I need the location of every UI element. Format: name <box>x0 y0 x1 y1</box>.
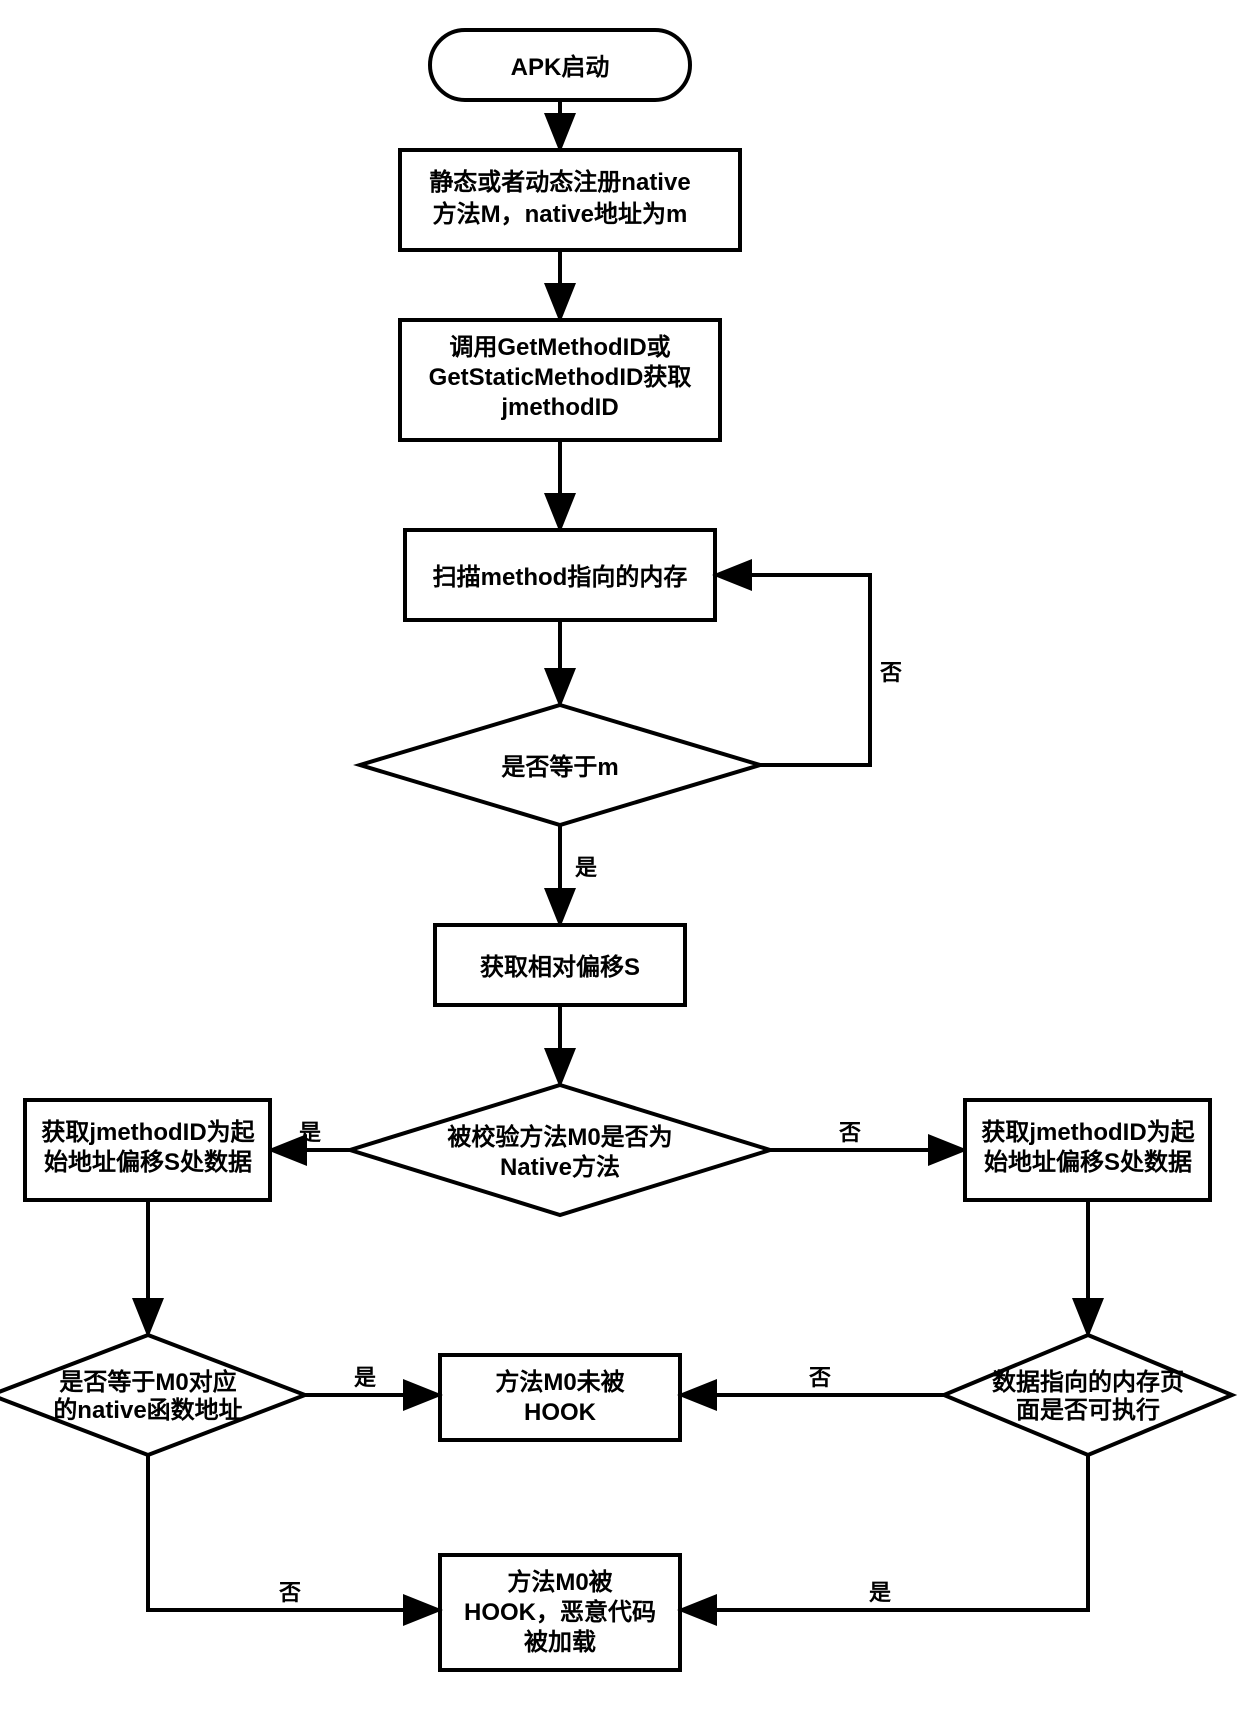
svg-text:Native方法: Native方法 <box>500 1153 620 1181</box>
svg-text:HOOK: HOOK <box>524 1399 597 1426</box>
svg-text:GetStaticMethodID获取: GetStaticMethodID获取 <box>429 364 692 391</box>
svg-text:是否等于m: 是否等于m <box>501 753 618 781</box>
flowchart: APK启动 静态或者动态注册native 方法M，native地址为m 调用Ge… <box>0 0 1240 1710</box>
svg-text:被加载: 被加载 <box>524 1629 596 1656</box>
svg-text:始地址偏移S处数据: 始地址偏移S处数据 <box>44 1148 252 1176</box>
svg-text:是: 是 <box>354 1365 376 1390</box>
svg-text:是否等于M0对应: 是否等于M0对应 <box>59 1368 236 1396</box>
svg-text:扫描method指向的内存: 扫描method指向的内存 <box>433 563 688 591</box>
svg-text:获取相对偏移S: 获取相对偏移S <box>480 953 640 981</box>
svg-text:否: 否 <box>808 1365 831 1390</box>
svg-text:HOOK，恶意代码: HOOK，恶意代码 <box>464 1598 656 1626</box>
svg-text:是: 是 <box>299 1120 321 1145</box>
register-node <box>400 150 740 250</box>
svg-text:调用GetMethodID或: 调用GetMethodID或 <box>449 334 670 361</box>
svg-text:静态或者动态注册native: 静态或者动态注册native <box>429 168 690 196</box>
not-hooked-node <box>440 1355 680 1440</box>
svg-text:获取jmethodID为起: 获取jmethodID为起 <box>981 1119 1195 1146</box>
svg-text:方法M0未被: 方法M0未被 <box>495 1368 624 1396</box>
svg-text:被校验方法M0是否为: 被校验方法M0是否为 <box>447 1123 672 1151</box>
svg-text:是: 是 <box>869 1580 891 1605</box>
svg-text:的native函数地址: 的native函数地址 <box>53 1396 242 1424</box>
svg-text:方法M0被: 方法M0被 <box>507 1568 612 1596</box>
svg-text:否: 否 <box>879 660 902 685</box>
svg-text:方法M，native地址为m: 方法M，native地址为m <box>433 200 688 228</box>
start-label: APK启动 <box>511 53 610 81</box>
svg-text:获取jmethodID为起: 获取jmethodID为起 <box>41 1119 255 1146</box>
svg-text:jmethodID: jmethodID <box>500 394 618 421</box>
svg-text:面是否可执行: 面是否可执行 <box>1016 1396 1160 1424</box>
svg-text:是: 是 <box>575 855 597 880</box>
svg-text:数据指向的内存页: 数据指向的内存页 <box>992 1368 1184 1396</box>
svg-text:始地址偏移S处数据: 始地址偏移S处数据 <box>984 1148 1192 1176</box>
svg-text:否: 否 <box>838 1120 861 1145</box>
svg-text:否: 否 <box>278 1580 301 1605</box>
